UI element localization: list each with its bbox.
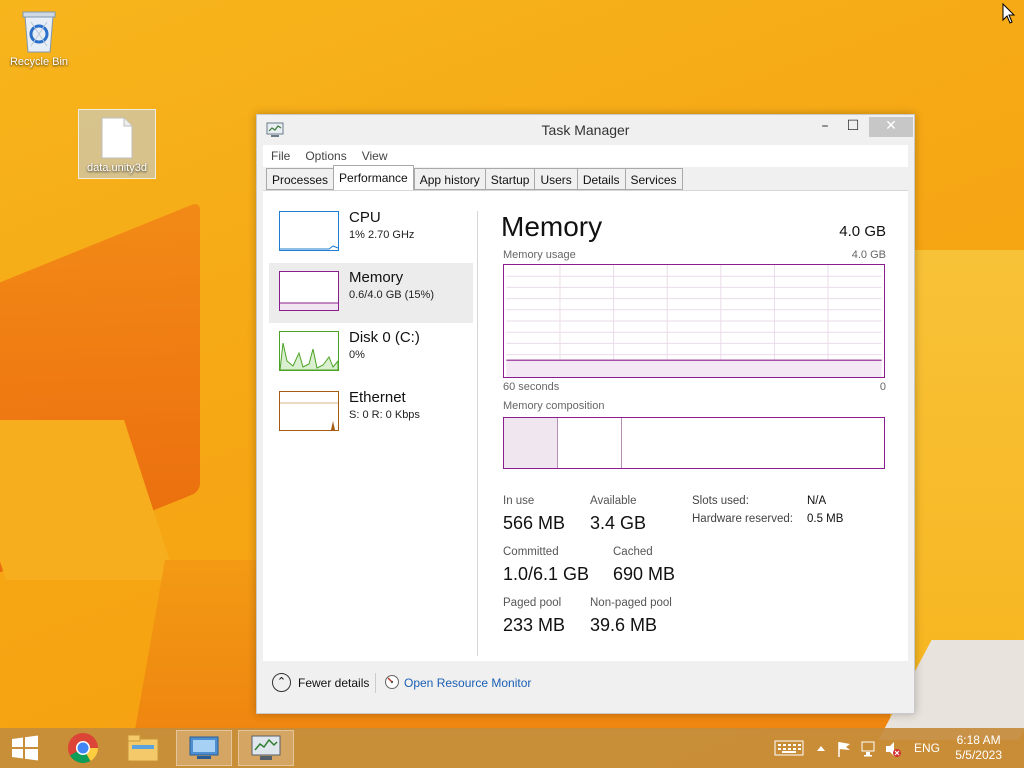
sidebar-item-label: Disk 0 (C:) <box>349 329 420 346</box>
chevron-up-icon[interactable]: ⌃ <box>272 673 291 692</box>
stat-label: Available <box>590 495 637 507</box>
tab-startup[interactable]: Startup <box>484 168 535 190</box>
kv-value-slots-used: N/A <box>807 495 827 507</box>
menu-file[interactable]: File <box>263 145 297 163</box>
performance-panel: CPU 1% 2.70 GHz Memory 0.6/4.0 GB (15%) … <box>263 190 908 661</box>
start-button[interactable] <box>0 730 56 766</box>
stat-label: Non-paged pool <box>590 597 672 609</box>
menu-options[interactable]: Options <box>297 145 353 163</box>
touch-keyboard-icon[interactable] <box>774 740 804 756</box>
detail-heading: Memory <box>501 211 603 242</box>
tab-users[interactable]: Users <box>534 168 577 190</box>
footer-divider <box>375 673 376 693</box>
mouse-cursor-icon <box>1002 3 1016 24</box>
maximize-button[interactable]: ☐ <box>839 117 867 137</box>
windows-logo-icon <box>12 735 38 761</box>
stat-value-paged-pool: 233 MB <box>503 615 566 635</box>
menu-view[interactable]: View <box>354 145 395 163</box>
disk-thumbnail-graph <box>279 331 339 371</box>
graph-time-span: 60 seconds <box>503 381 560 393</box>
sidebar-item-cpu[interactable]: CPU 1% 2.70 GHz <box>269 203 473 263</box>
window-footer: ⌃ Fewer details Open Resource Monitor <box>257 661 914 713</box>
volume-muted-icon[interactable] <box>884 740 902 758</box>
tab-processes[interactable]: Processes <box>266 168 334 190</box>
composition-in-use <box>504 418 558 468</box>
sidebar-item-sub: S: 0 R: 0 Kbps <box>349 409 420 421</box>
show-hidden-icons-icon[interactable] <box>816 743 826 753</box>
memory-usage-graph <box>503 264 885 378</box>
stat-label: Committed <box>503 546 559 558</box>
sidebar-item-memory[interactable]: Memory 0.6/4.0 GB (15%) <box>269 263 473 323</box>
stat-value-cached: 690 MB <box>613 564 676 584</box>
memory-thumbnail-graph <box>279 271 339 311</box>
open-resource-monitor-link[interactable]: Open Resource Monitor <box>404 676 531 690</box>
stat-label: In use <box>503 495 535 507</box>
memory-usage-label: Memory usage <box>503 249 576 261</box>
memory-usage-area <box>506 360 882 377</box>
clock-date: 5/5/2023 <box>955 748 1002 762</box>
panel-divider <box>477 211 478 656</box>
stat-value-non-paged-pool: 39.6 MB <box>590 615 658 635</box>
desktop-icon-data-file[interactable]: data.unity3d <box>78 109 156 179</box>
tab-details[interactable]: Details <box>576 168 625 190</box>
kv-label: Hardware reserved: <box>692 513 793 525</box>
menu-bar: File Options View <box>263 145 908 167</box>
clock-time: 6:18 AM <box>956 733 1001 747</box>
minimize-button[interactable]: – <box>811 117 839 137</box>
remote-desktop-icon <box>189 736 219 759</box>
sidebar-item-sub: 0.6/4.0 GB (15%) <box>349 289 434 301</box>
stat-value-committed: 1.0/6.1 GB <box>503 564 590 584</box>
file-icon <box>101 117 133 159</box>
sidebar-item-label: Ethernet <box>349 389 406 406</box>
sidebar-item-ethernet[interactable]: Ethernet S: 0 R: 0 Kbps <box>269 383 473 443</box>
title-bar[interactable]: Task Manager – ☐ ✕ <box>257 115 914 145</box>
tab-services[interactable]: Services <box>624 168 683 190</box>
stat-label: Cached <box>613 546 653 558</box>
task-manager-window: Task Manager – ☐ ✕ File Options View Proce… <box>256 114 915 714</box>
taskbar-task-manager[interactable] <box>238 730 294 766</box>
desktop-icon-recycle-bin[interactable]: Recycle Bin <box>4 6 74 68</box>
tab-performance[interactable]: Performance <box>333 165 414 190</box>
tab-strip: Processes Performance App history Startu… <box>266 165 683 190</box>
network-icon[interactable] <box>860 740 878 758</box>
desktop-icon-label: data.unity3d <box>87 162 147 174</box>
stat-value-in-use: 566 MB <box>503 513 566 533</box>
tab-app-history[interactable]: App history <box>413 168 485 190</box>
memory-usage-max: 4.0 GB <box>851 249 886 261</box>
close-button[interactable]: ✕ <box>869 117 913 137</box>
resource-monitor-icon <box>385 675 399 689</box>
stat-value-available: 3.4 GB <box>590 513 647 533</box>
clock[interactable]: 6:18 AM 5/5/2023 <box>955 733 1002 768</box>
sidebar-item-label: Memory <box>349 269 404 286</box>
file-explorer-icon <box>127 734 159 762</box>
taskbar-chrome[interactable] <box>56 730 112 766</box>
sidebar-item-sub: 0% <box>349 349 365 361</box>
composition-standby <box>558 418 622 468</box>
taskbar-file-explorer[interactable] <box>114 730 170 766</box>
sidebar-item-label: CPU <box>349 209 381 226</box>
language-indicator[interactable]: ENG <box>914 741 940 768</box>
taskbar-remote-desktop[interactable] <box>176 730 232 766</box>
action-center-flag-icon[interactable] <box>836 740 852 758</box>
chrome-icon <box>68 733 98 764</box>
memory-composition-bar <box>503 417 885 469</box>
detail-total: 4.0 GB <box>839 223 886 240</box>
graph-time-zero: 0 <box>879 381 886 393</box>
sidebar-item-disk[interactable]: Disk 0 (C:) 0% <box>269 323 473 383</box>
stat-label: Paged pool <box>503 597 562 609</box>
memory-composition-label: Memory composition <box>503 400 605 412</box>
cpu-thumbnail-graph <box>279 211 339 251</box>
ethernet-thumbnail-graph <box>279 391 339 431</box>
recycle-bin-icon <box>22 11 56 53</box>
desktop-icon-label: Recycle Bin <box>9 56 69 68</box>
fewer-details-button[interactable]: Fewer details <box>298 676 369 690</box>
kv-label: Slots used: <box>692 495 749 507</box>
sidebar-item-sub: 1% 2.70 GHz <box>349 229 415 241</box>
taskbar: ENG 6:18 AM 5/5/2023 <box>0 728 1024 768</box>
kv-value-hardware-reserved: 0.5 MB <box>807 513 844 525</box>
task-manager-icon <box>251 735 281 760</box>
